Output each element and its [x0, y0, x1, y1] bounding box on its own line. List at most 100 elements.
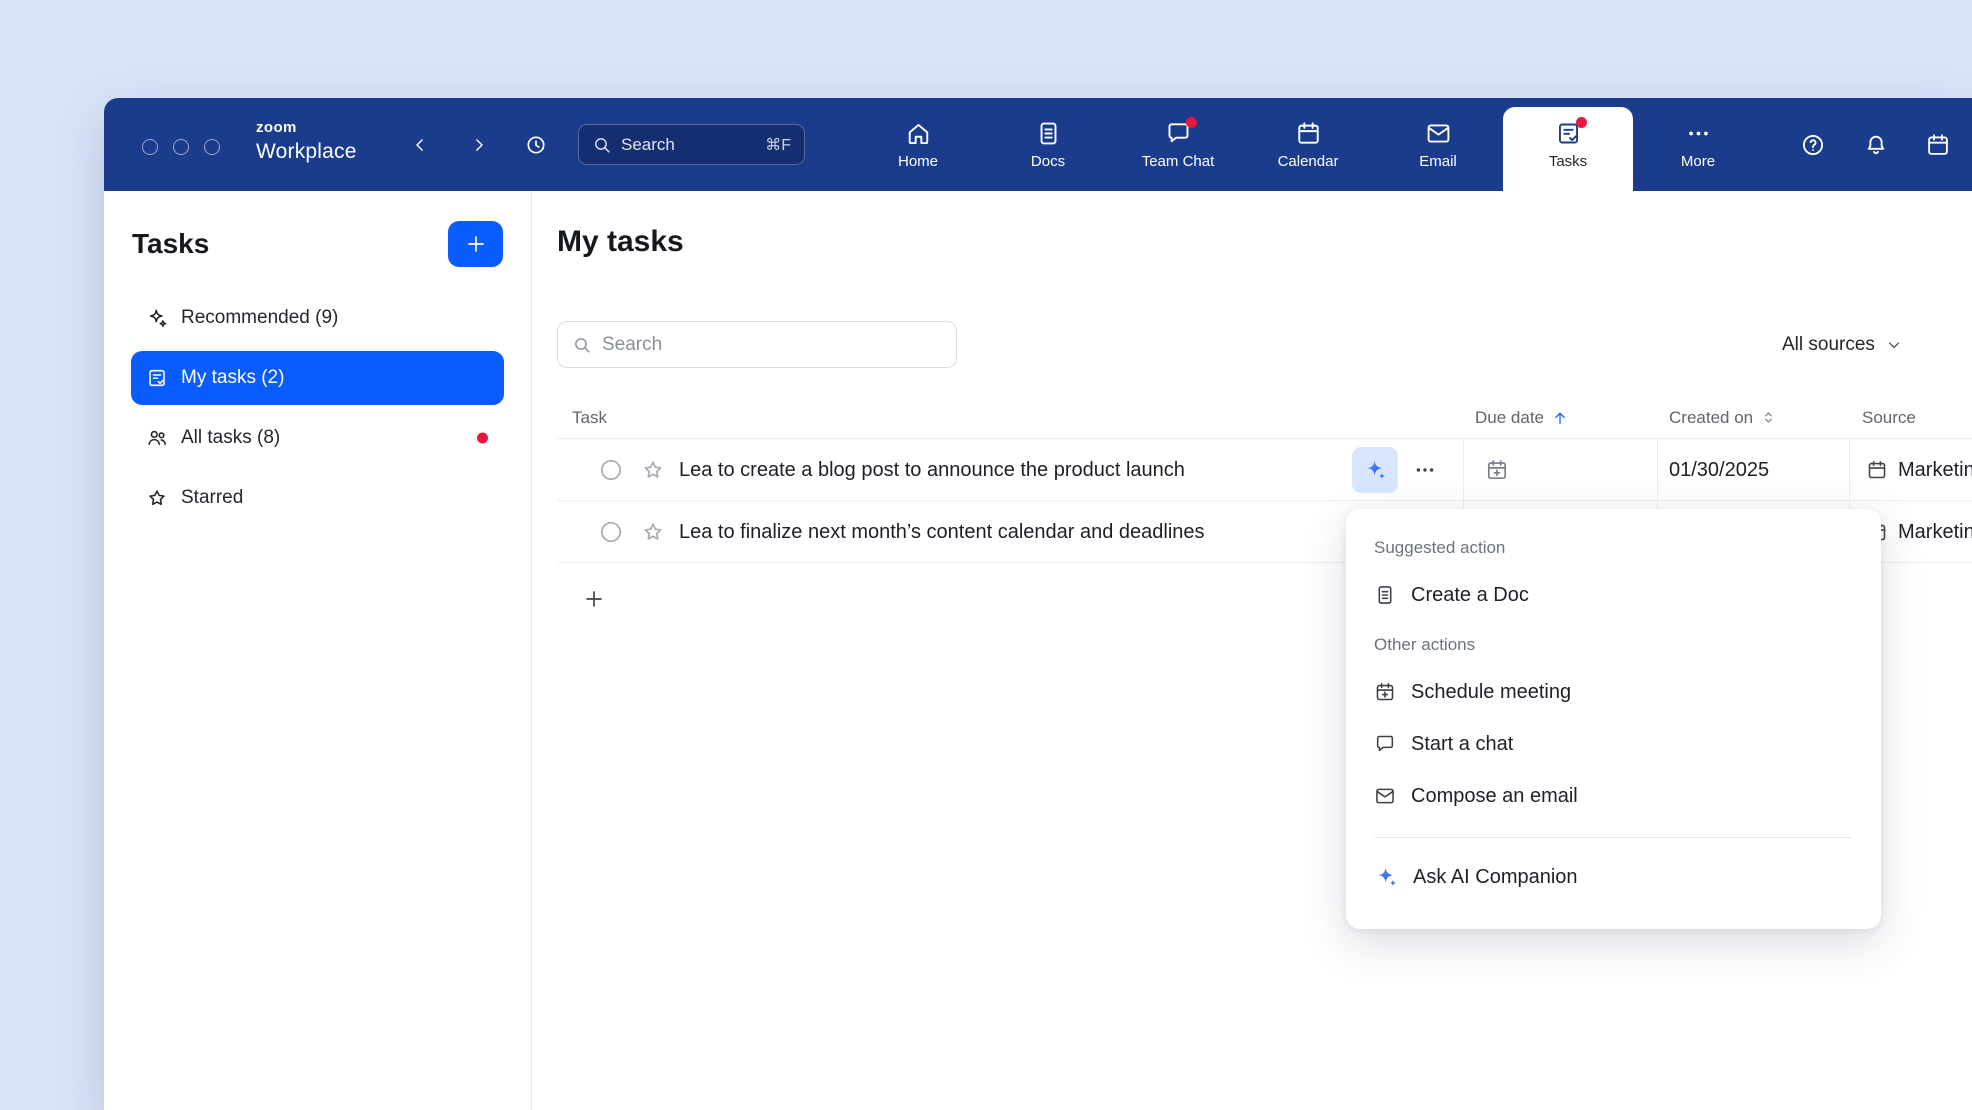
source-cell: Marketing	[1866, 501, 1972, 563]
ai-companion-button[interactable]	[1352, 447, 1398, 493]
menu-item-label: Ask AI Companion	[1413, 866, 1578, 889]
window-zoom-button[interactable]	[204, 139, 220, 155]
chevron-right-icon	[469, 135, 489, 155]
menu-item-schedule-meeting[interactable]: Schedule meeting	[1374, 666, 1853, 718]
chevron-down-icon	[1885, 336, 1903, 354]
task-checkbox[interactable]	[599, 520, 623, 544]
task-search-input[interactable]	[602, 334, 942, 356]
column-header-source: Source	[1862, 396, 1916, 439]
row-more-button[interactable]	[1413, 458, 1437, 482]
column-header-created-on[interactable]: Created on	[1669, 396, 1777, 439]
menu-divider	[1374, 837, 1853, 838]
logo-workplace: Workplace	[256, 141, 357, 162]
chat-icon	[1165, 120, 1192, 147]
sidebar-item-my-tasks[interactable]: My tasks (2)	[131, 351, 504, 405]
task-title: Lea to create a blog post to announce th…	[679, 439, 1185, 501]
sidebar-title: Tasks	[132, 228, 209, 260]
screen: zoom Workplace Search ⌘F Home Docs	[0, 0, 1972, 1110]
nav-label: More	[1681, 153, 1715, 170]
back-button[interactable]	[400, 98, 440, 191]
window-minimize-button[interactable]	[173, 139, 189, 155]
nav-email[interactable]: Email	[1373, 107, 1503, 191]
sidebar-item-label: Starred	[181, 487, 243, 509]
chevron-left-icon	[410, 135, 430, 155]
nav-more[interactable]: More	[1633, 107, 1763, 191]
task-title: Lea to finalize next month’s content cal…	[679, 501, 1205, 563]
nav-home[interactable]: Home	[853, 107, 983, 191]
app-window: zoom Workplace Search ⌘F Home Docs	[104, 98, 1972, 1110]
menu-item-label: Compose an email	[1411, 785, 1578, 808]
star-toggle[interactable]	[641, 458, 665, 482]
sources-filter-label: All sources	[1782, 334, 1875, 356]
nav-calendar[interactable]: Calendar	[1243, 107, 1373, 191]
task-checkbox[interactable]	[599, 458, 623, 482]
page-title: My tasks	[557, 225, 684, 259]
sort-ascending-icon	[1551, 409, 1569, 427]
menu-item-start-chat[interactable]: Start a chat	[1374, 718, 1853, 770]
nav-label: Team Chat	[1142, 153, 1215, 170]
menu-item-label: Schedule meeting	[1411, 681, 1571, 704]
menu-item-ask-ai-companion[interactable]: Ask AI Companion	[1374, 851, 1853, 903]
app-header: zoom Workplace Search ⌘F Home Docs	[104, 98, 1972, 191]
menu-item-compose-email[interactable]: Compose an email	[1374, 770, 1853, 822]
table-row[interactable]: Lea to create a blog post to announce th…	[557, 439, 1972, 501]
column-header-due-date[interactable]: Due date	[1475, 396, 1569, 439]
add-row-button[interactable]	[582, 587, 606, 611]
notifications-button[interactable]	[1856, 98, 1896, 191]
sidebar-item-label: My tasks (2)	[181, 367, 284, 389]
doc-icon	[1374, 584, 1396, 606]
task-search[interactable]	[557, 321, 957, 368]
tasks-icon	[1555, 120, 1582, 147]
tasks-icon	[146, 367, 168, 389]
sources-filter[interactable]: All sources	[1772, 321, 1913, 368]
source-cell: Marketing	[1866, 439, 1972, 501]
sparkle-icon	[146, 307, 168, 329]
sidebar-item-recommended[interactable]: Recommended (9)	[131, 291, 504, 345]
forward-button[interactable]	[459, 98, 499, 191]
nav-docs[interactable]: Docs	[983, 107, 1113, 191]
search-icon	[592, 135, 612, 155]
doc-icon	[1035, 120, 1062, 147]
ai-actions-menu: Suggested action Create a Doc Other acti…	[1346, 509, 1881, 929]
menu-section-heading: Suggested action	[1374, 533, 1853, 569]
star-toggle[interactable]	[641, 520, 665, 544]
menu-item-label: Start a chat	[1411, 733, 1513, 756]
bell-icon	[1863, 132, 1889, 158]
calendar-icon	[1295, 120, 1322, 147]
calendar-icon	[1925, 132, 1951, 158]
sidebar-item-all-tasks[interactable]: All tasks (8)	[131, 411, 504, 465]
search-shortcut: ⌘F	[765, 135, 791, 155]
notification-dot	[1186, 117, 1197, 128]
ai-sparkle-icon	[1374, 865, 1398, 889]
source-value: Marketing	[1898, 459, 1972, 482]
help-button[interactable]	[1793, 98, 1833, 191]
top-nav: Home Docs Team Chat Calendar Email	[853, 107, 1763, 191]
nav-team-chat[interactable]: Team Chat	[1113, 107, 1243, 191]
nav-tasks[interactable]: Tasks	[1503, 107, 1633, 191]
calendar-icon	[1866, 459, 1888, 481]
add-due-date-button[interactable]	[1485, 458, 1509, 482]
help-icon	[1800, 132, 1826, 158]
ai-sparkle-icon	[1363, 458, 1387, 482]
schedule-button[interactable]	[1918, 98, 1958, 191]
menu-item-label: Create a Doc	[1411, 584, 1529, 607]
notification-dot	[1576, 117, 1587, 128]
people-icon	[146, 427, 168, 449]
app-logo: zoom Workplace	[256, 120, 357, 162]
history-icon	[524, 133, 548, 157]
logo-zoom: zoom	[256, 120, 357, 135]
nav-label: Calendar	[1278, 153, 1339, 170]
window-controls	[142, 139, 220, 155]
star-icon	[146, 487, 168, 509]
menu-item-create-doc[interactable]: Create a Doc	[1374, 569, 1853, 621]
main-content: My tasks All sources Task Due date Creat…	[532, 191, 1972, 1110]
global-search-placeholder: Search	[621, 135, 756, 155]
window-close-button[interactable]	[142, 139, 158, 155]
add-task-button[interactable]	[448, 221, 503, 267]
nav-label: Docs	[1031, 153, 1065, 170]
global-search[interactable]: Search ⌘F	[578, 124, 805, 165]
nav-label: Home	[898, 153, 938, 170]
history-button[interactable]	[516, 98, 556, 191]
sidebar-item-starred[interactable]: Starred	[131, 471, 504, 525]
column-header-task: Task	[572, 396, 607, 439]
